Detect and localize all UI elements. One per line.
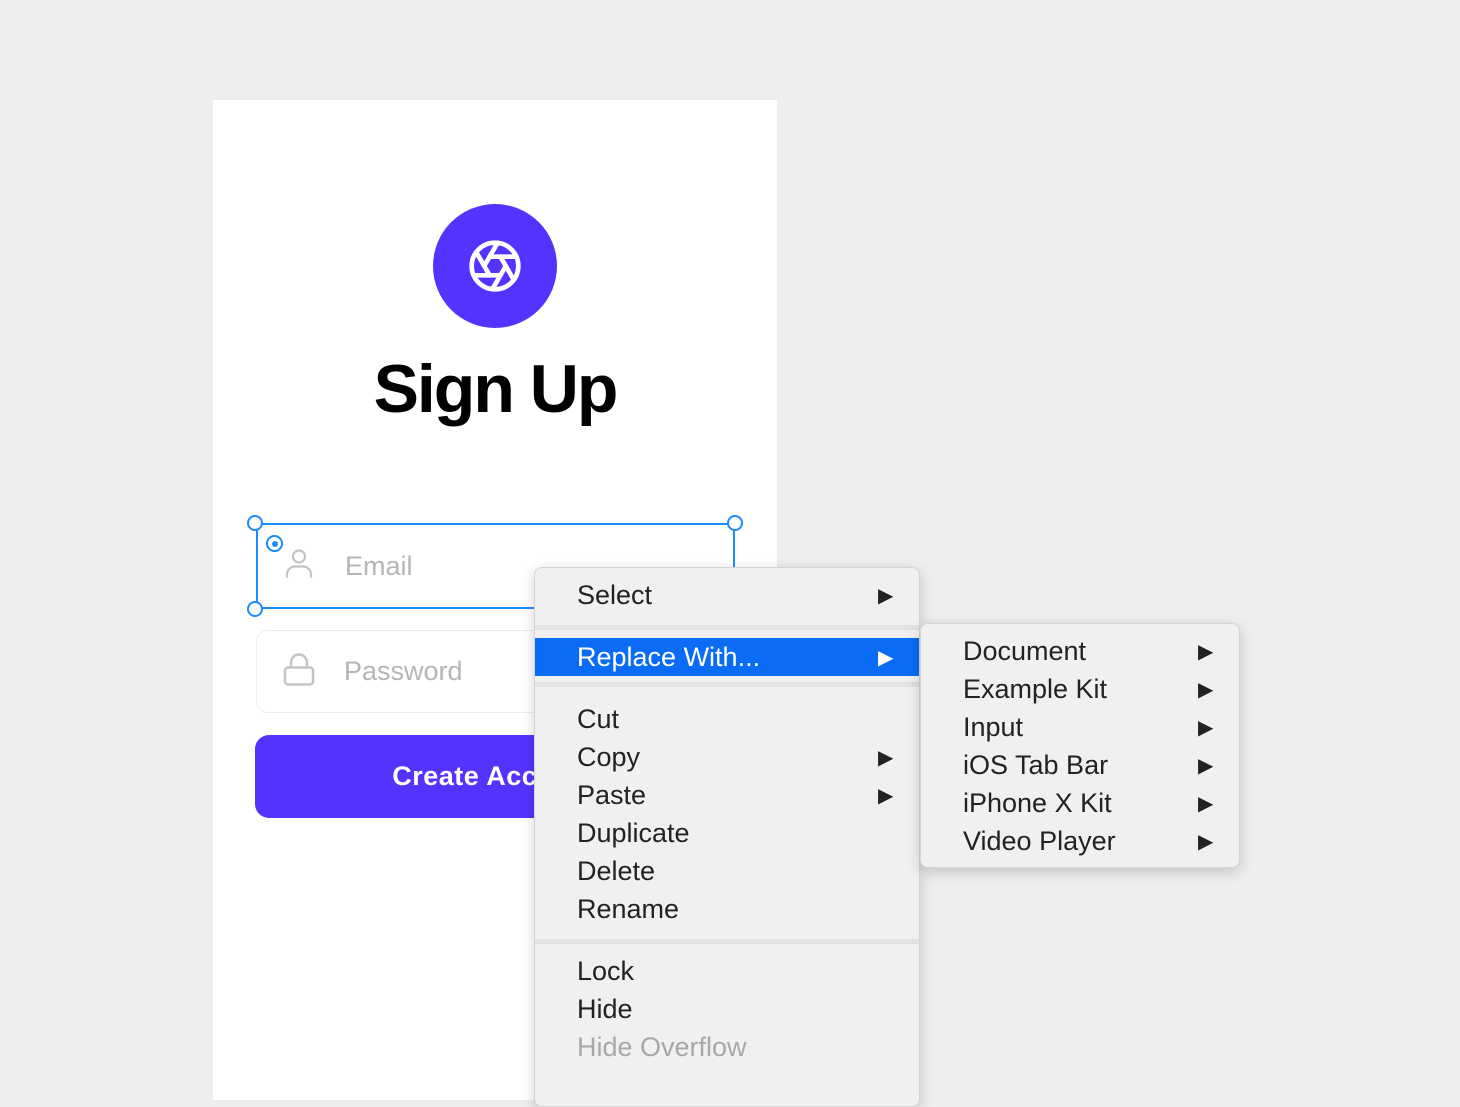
menu-item-copy[interactable]: Copy ▶ <box>535 738 919 776</box>
submenu-item-document[interactable]: Document ▶ <box>921 632 1239 670</box>
menu-item-label: Delete <box>577 855 656 886</box>
menu-item-label: Lock <box>577 955 635 986</box>
submenu-item-example-kit[interactable]: Example Kit ▶ <box>921 670 1239 708</box>
submenu-item-input[interactable]: Input ▶ <box>921 708 1239 746</box>
menu-item-label: Video Player <box>963 825 1116 856</box>
resize-handle-bottom-left[interactable] <box>247 601 263 617</box>
submenu-arrow-icon: ▶ <box>1198 640 1214 663</box>
menu-item-label: Replace With... <box>577 641 761 672</box>
menu-item-label: iOS Tab Bar <box>963 749 1109 780</box>
menu-item-label: Hide Overflow <box>577 1031 747 1062</box>
aperture-logo-icon <box>433 204 557 328</box>
menu-item-lock[interactable]: Lock <box>535 952 919 990</box>
password-placeholder: Password <box>344 656 463 686</box>
menu-item-duplicate[interactable]: Duplicate <box>535 814 919 852</box>
submenu-arrow-icon: ▶ <box>878 646 894 669</box>
submenu-item-iphone-x-kit[interactable]: iPhone X Kit ▶ <box>921 784 1239 822</box>
submenu-arrow-icon: ▶ <box>1198 754 1214 777</box>
submenu-arrow-icon: ▶ <box>1198 716 1214 739</box>
menu-item-delete[interactable]: Delete <box>535 852 919 890</box>
menu-item-label: Rename <box>577 893 680 924</box>
menu-item-paste[interactable]: Paste ▶ <box>535 776 919 814</box>
submenu-arrow-icon: ▶ <box>878 584 894 607</box>
menu-item-select[interactable]: Select ▶ <box>535 576 919 614</box>
menu-item-label: Document <box>963 635 1087 666</box>
user-icon <box>284 548 314 585</box>
submenu-arrow-icon: ▶ <box>1198 792 1214 815</box>
page-title: Sign Up <box>373 351 619 427</box>
menu-item-label: Paste <box>577 779 647 810</box>
menu-item-hide[interactable]: Hide <box>535 990 919 1028</box>
submenu-arrow-icon: ▶ <box>878 746 894 769</box>
menu-item-hide-overflow: Hide Overflow <box>535 1028 919 1066</box>
resize-handle-top-right[interactable] <box>727 515 743 531</box>
lock-icon <box>283 652 315 691</box>
menu-item-label: Copy <box>577 741 641 772</box>
menu-separator <box>535 939 919 944</box>
menu-separator <box>535 625 919 630</box>
context-menu: Select ▶ Replace With... ▶ Cut Copy ▶ Paste… <box>534 567 920 1107</box>
anchor-point-icon[interactable] <box>266 535 283 552</box>
submenu-item-video-player[interactable]: Video Player ▶ <box>921 822 1239 860</box>
menu-item-label: Select <box>577 579 653 610</box>
menu-item-label: Example Kit <box>963 673 1108 704</box>
menu-item-label: Input <box>963 711 1024 742</box>
menu-item-label: Cut <box>577 703 620 734</box>
submenu-arrow-icon: ▶ <box>878 784 894 807</box>
menu-item-cut[interactable]: Cut <box>535 700 919 738</box>
replace-with-submenu: Document ▶ Example Kit ▶ Input ▶ iOS Tab Ba… <box>920 623 1240 868</box>
menu-item-replace-with[interactable]: Replace With... ▶ <box>535 638 919 676</box>
menu-separator <box>535 682 919 687</box>
email-placeholder: Email <box>345 550 413 581</box>
menu-item-rename[interactable]: Rename <box>535 890 919 928</box>
menu-item-label: Hide <box>577 993 633 1024</box>
menu-item-label: iPhone X Kit <box>963 787 1112 818</box>
submenu-arrow-icon: ▶ <box>1198 678 1214 701</box>
submenu-arrow-icon: ▶ <box>1198 830 1214 853</box>
submenu-item-ios-tab-bar[interactable]: iOS Tab Bar ▶ <box>921 746 1239 784</box>
resize-handle-top-left[interactable] <box>247 515 263 531</box>
menu-item-label: Duplicate <box>577 817 690 848</box>
